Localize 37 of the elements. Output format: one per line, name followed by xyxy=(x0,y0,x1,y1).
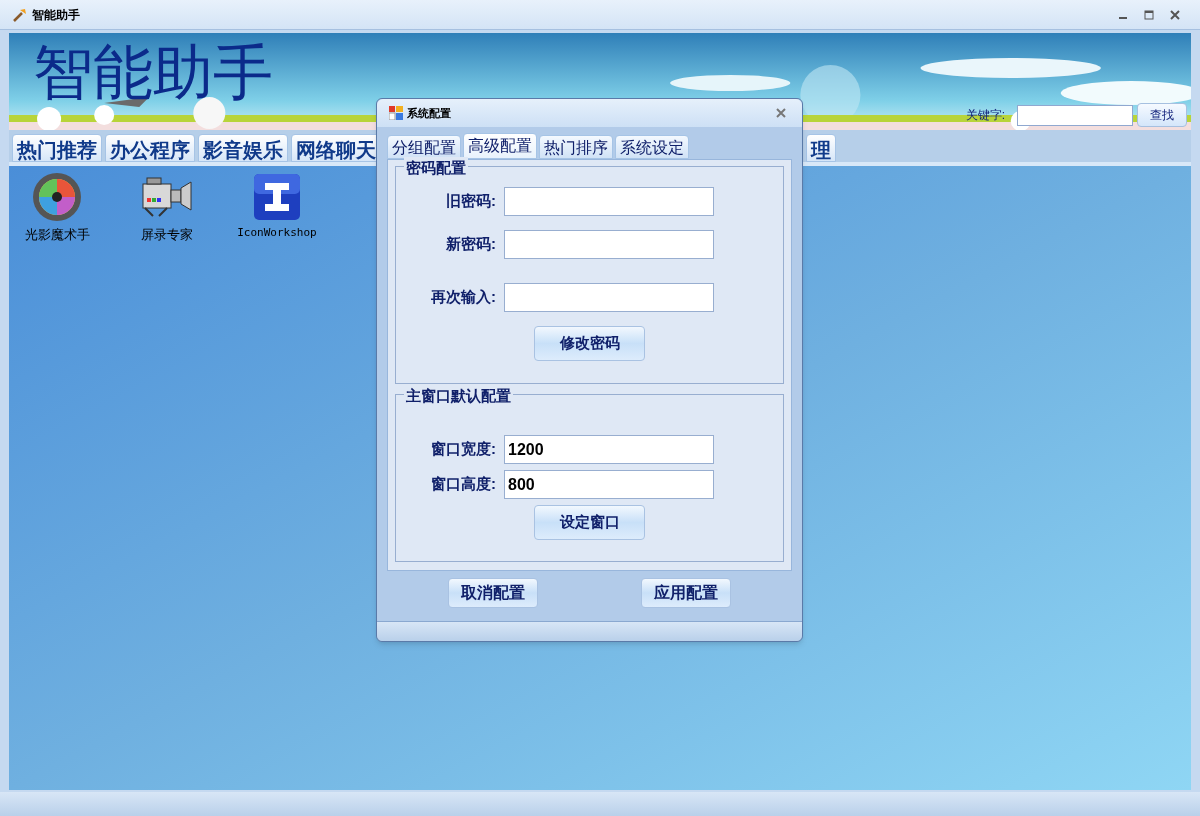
i-beam-icon xyxy=(253,173,301,221)
field-label: 旧密码: xyxy=(445,191,497,212)
group-button[interactable]: 修改密码 xyxy=(534,326,645,361)
group-button[interactable]: 设定窗口 xyxy=(534,505,645,540)
dialog-button[interactable]: 取消配置 xyxy=(448,578,539,608)
close-icon[interactable] xyxy=(776,108,786,118)
aperture-icon xyxy=(32,172,82,222)
input-field[interactable] xyxy=(504,187,714,216)
search-button[interactable]: 查找 xyxy=(1137,103,1187,127)
tools-icon xyxy=(12,6,28,23)
desktop-item-label[interactable]: 光影魔术手 xyxy=(24,225,90,245)
windows-logo-icon xyxy=(389,106,403,120)
field-label: 新密码: xyxy=(445,234,497,255)
field-label: 再次输入: xyxy=(430,287,497,308)
dialog-tab[interactable]: 高级配置 xyxy=(463,133,537,159)
field-label: 窗口宽度: xyxy=(430,439,497,460)
input-field[interactable] xyxy=(504,230,714,259)
window-title: 智能助手 xyxy=(32,6,80,24)
dialog-button[interactable]: 应用配置 xyxy=(640,578,731,608)
dialog-title: 系统配置 xyxy=(407,105,451,121)
banner-title: 智能助手 xyxy=(33,39,273,108)
video-camera-icon xyxy=(141,176,193,218)
main-tab[interactable]: 办公程序 xyxy=(105,134,195,162)
dialog-tab[interactable]: 热门排序 xyxy=(539,135,613,159)
field-label: 窗口高度: xyxy=(430,474,497,495)
input-field[interactable]: 1200 xyxy=(504,435,714,464)
main-tab[interactable]: 热门推荐 xyxy=(12,134,102,162)
maximize-icon[interactable] xyxy=(1144,9,1154,20)
desktop-item-label[interactable]: 屏录专家 xyxy=(141,225,193,245)
main-tab[interactable]: 理 xyxy=(806,134,836,162)
main-tab[interactable]: 影音娱乐 xyxy=(198,134,288,162)
dialog-tab[interactable]: 系统设定 xyxy=(615,135,689,159)
desktop-item-label[interactable]: IconWorkshop xyxy=(237,225,317,242)
dialog-tab[interactable]: 分组配置 xyxy=(387,135,461,159)
input-field[interactable]: 800 xyxy=(504,470,714,499)
input-field[interactable] xyxy=(504,283,714,312)
close-icon[interactable] xyxy=(1170,9,1180,20)
